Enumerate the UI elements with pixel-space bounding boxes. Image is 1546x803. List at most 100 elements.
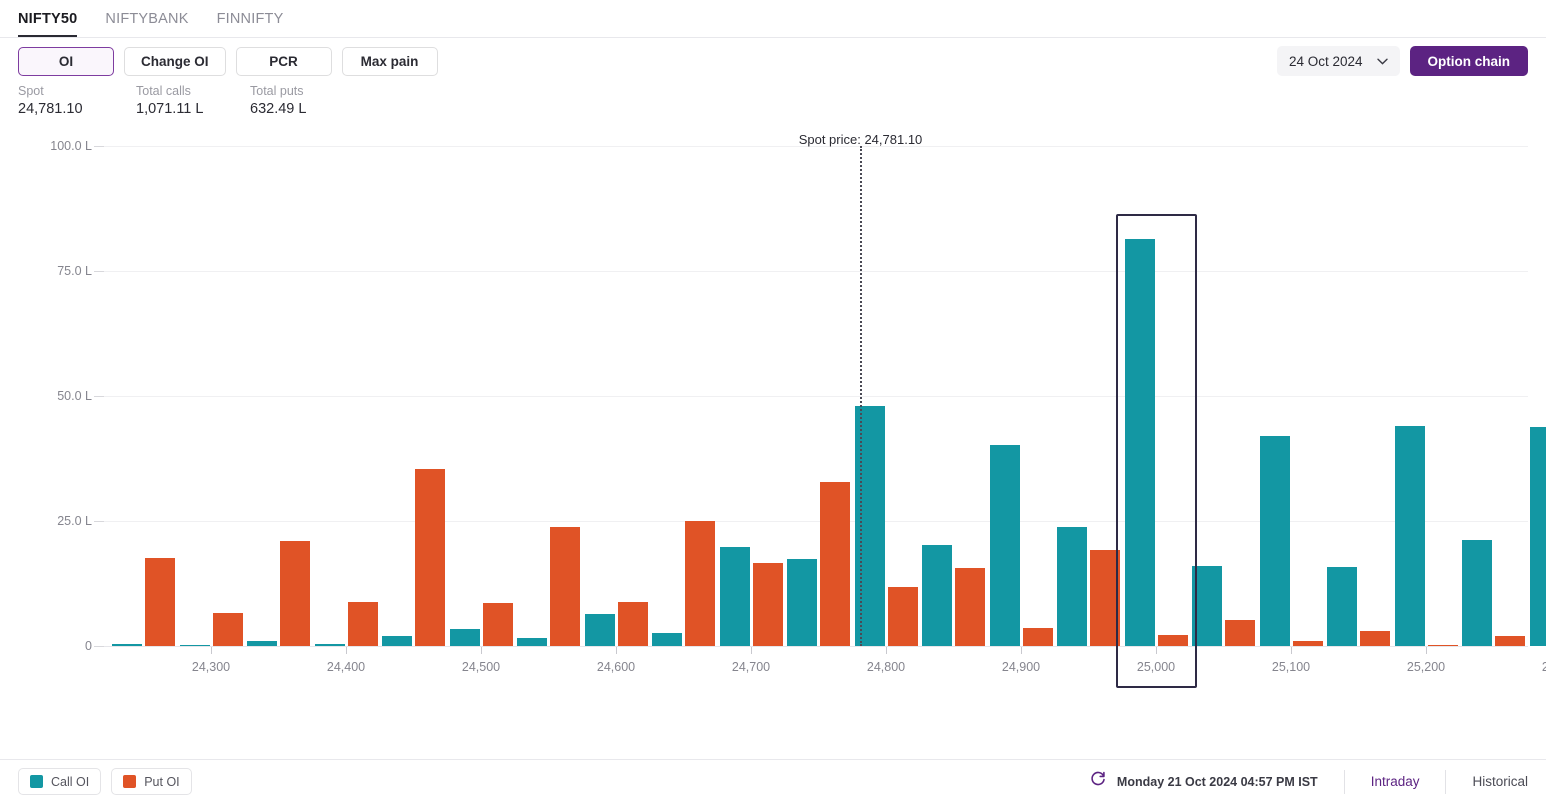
footer-divider-1: [1343, 769, 1345, 794]
bar-call-oi[interactable]: [1057, 527, 1087, 646]
x-axis-tick: [886, 647, 887, 654]
bar-call-oi[interactable]: [719, 547, 750, 646]
last-updated-timestamp: Monday 21 Oct 2024 04:57 PM IST: [1116, 774, 1318, 789]
refresh-control[interactable]: Monday 21 Oct 2024 04:57 PM IST: [1089, 770, 1318, 793]
y-axis-tick: [94, 521, 104, 522]
bar-put-oi[interactable]: [550, 527, 580, 646]
bar-call-oi[interactable]: [1394, 426, 1425, 646]
bar-call-oi[interactable]: [1327, 566, 1357, 646]
stat-total-puts-label: Total puts: [250, 84, 304, 98]
spot-price-line: [860, 146, 863, 646]
bar-put-oi[interactable]: [415, 469, 445, 646]
bar-put-oi[interactable]: [482, 602, 513, 646]
legend-put-oi[interactable]: Put OI: [111, 768, 192, 795]
stat-total-calls: Total calls 1,071.11 L: [136, 84, 250, 130]
bar-call-oi[interactable]: [1124, 239, 1155, 646]
x-axis-tick: [1156, 647, 1157, 654]
view-button-pcr[interactable]: PCR: [235, 46, 332, 76]
y-axis-label: 0: [85, 639, 92, 653]
bar-call-oi[interactable]: [517, 637, 547, 646]
bar-put-oi[interactable]: [820, 482, 850, 646]
bar-put-oi[interactable]: [347, 602, 378, 646]
bar-call-oi[interactable]: [787, 558, 817, 646]
view-button-max-pain[interactable]: Max pain: [341, 46, 438, 76]
stat-spot-value: 24,781.10: [18, 101, 83, 117]
footer-link-intraday[interactable]: Intraday: [1371, 774, 1420, 789]
y-axis-tick: [94, 646, 104, 647]
bar-call-oi[interactable]: [1192, 566, 1222, 646]
bar-put-oi[interactable]: [685, 521, 715, 646]
bar-put-oi[interactable]: [955, 568, 985, 646]
view-button-oi[interactable]: OI: [18, 46, 114, 76]
bar-call-oi[interactable]: [989, 445, 1020, 646]
y-axis-label: 25.0 L: [57, 514, 92, 528]
color-swatch-icon: [123, 775, 137, 788]
y-axis-label: 50.0 L: [57, 389, 92, 403]
gridline: [104, 396, 1528, 397]
footer-link-historical[interactable]: Historical: [1472, 774, 1528, 789]
oi-chart: 0 25.0 L 50.0 L 75.0 L 100.0 L 24,300 24,400 24…: [0, 130, 1546, 759]
x-axis-label: 24,900: [1001, 660, 1041, 674]
bar-put-oi[interactable]: [752, 563, 783, 646]
bar-put-oi[interactable]: [1360, 630, 1390, 646]
x-axis-label: 24,600: [596, 660, 636, 674]
stat-spot: Spot 24,781.10: [18, 84, 136, 130]
tab-nifty50[interactable]: NIFTY50: [18, 11, 78, 37]
x-axis-label: 24,300: [191, 660, 231, 674]
bar-put-oi[interactable]: [1225, 620, 1255, 646]
bar-call-oi[interactable]: [922, 545, 952, 646]
y-axis-label: 100.0 L: [50, 139, 92, 153]
y-axis-label: 75.0 L: [57, 264, 92, 278]
x-axis-tick: [481, 647, 482, 654]
legend-put-oi-label: Put OI: [144, 774, 180, 789]
spot-price-label: Spot price: 24,781.10: [798, 132, 923, 147]
oi-chart-plot: 0 25.0 L 50.0 L 75.0 L 100.0 L 24,300 24,400 24…: [0, 130, 1546, 759]
legend-call-oi[interactable]: Call OI: [18, 768, 102, 795]
view-button-change-oi[interactable]: Change OI: [124, 46, 226, 76]
bar-put-oi[interactable]: [1022, 627, 1053, 646]
refresh-icon[interactable]: [1089, 770, 1107, 793]
tab-niftybank[interactable]: NIFTYBANK: [105, 11, 188, 37]
legend-call-oi-label: Call OI: [51, 774, 90, 789]
bar-call-oi[interactable]: [449, 628, 480, 646]
bar-call-oi[interactable]: [584, 613, 615, 646]
x-axis-tick: [1021, 647, 1022, 654]
color-swatch-icon: [30, 775, 43, 788]
bar-call-oi[interactable]: [854, 406, 885, 646]
stat-total-puts-value: 632.49 L: [250, 101, 307, 117]
x-axis-tick: [1426, 647, 1427, 654]
bar-put-oi[interactable]: [280, 540, 310, 646]
bar-call-oi[interactable]: [652, 632, 682, 646]
bar-put-oi[interactable]: [145, 558, 175, 646]
bar-call-oi[interactable]: [1529, 427, 1546, 646]
bar-put-oi[interactable]: [1157, 635, 1188, 646]
bar-put-oi[interactable]: [1090, 550, 1120, 646]
summary-stats: Spot 24,781.10 Total calls 1,071.11 L To…: [0, 84, 1546, 130]
bar-put-oi[interactable]: [1495, 635, 1525, 646]
chart-footer: Call OI Put OI Monday 21 Oct 2024 04:57 …: [0, 759, 1546, 803]
x-axis-label: 25,100: [1271, 660, 1311, 674]
expiry-date-value: 24 Oct 2024: [1288, 53, 1363, 69]
bar-call-oi[interactable]: [1462, 540, 1492, 646]
bar-put-oi[interactable]: [887, 586, 918, 646]
x-axis-tick: [346, 647, 347, 654]
stat-spot-label: Spot: [18, 84, 44, 98]
x-axis-label: 24,800: [866, 660, 906, 674]
gridline: [104, 521, 1528, 522]
x-axis-line: [104, 646, 1528, 647]
bar-put-oi[interactable]: [617, 602, 648, 646]
x-axis-label: 24,400: [326, 660, 366, 674]
x-axis-label: 25,300: [1541, 660, 1546, 674]
option-chain-button[interactable]: Option chain: [1409, 46, 1528, 76]
x-axis-tick: [616, 647, 617, 654]
y-axis-tick: [94, 396, 104, 397]
bar-put-oi[interactable]: [212, 612, 243, 646]
bar-call-oi[interactable]: [382, 636, 412, 646]
expiry-date-dropdown[interactable]: 24 Oct 2024: [1276, 46, 1400, 76]
x-axis-tick: [1291, 647, 1292, 654]
stat-total-calls-value: 1,071.11 L: [136, 101, 204, 117]
view-toolbar: OI Change OI PCR Max pain 24 Oct 2024 Op…: [0, 38, 1546, 84]
bar-call-oi[interactable]: [1259, 436, 1290, 646]
tab-finnifty[interactable]: FINNIFTY: [217, 11, 284, 37]
y-axis-tick: [94, 271, 104, 272]
